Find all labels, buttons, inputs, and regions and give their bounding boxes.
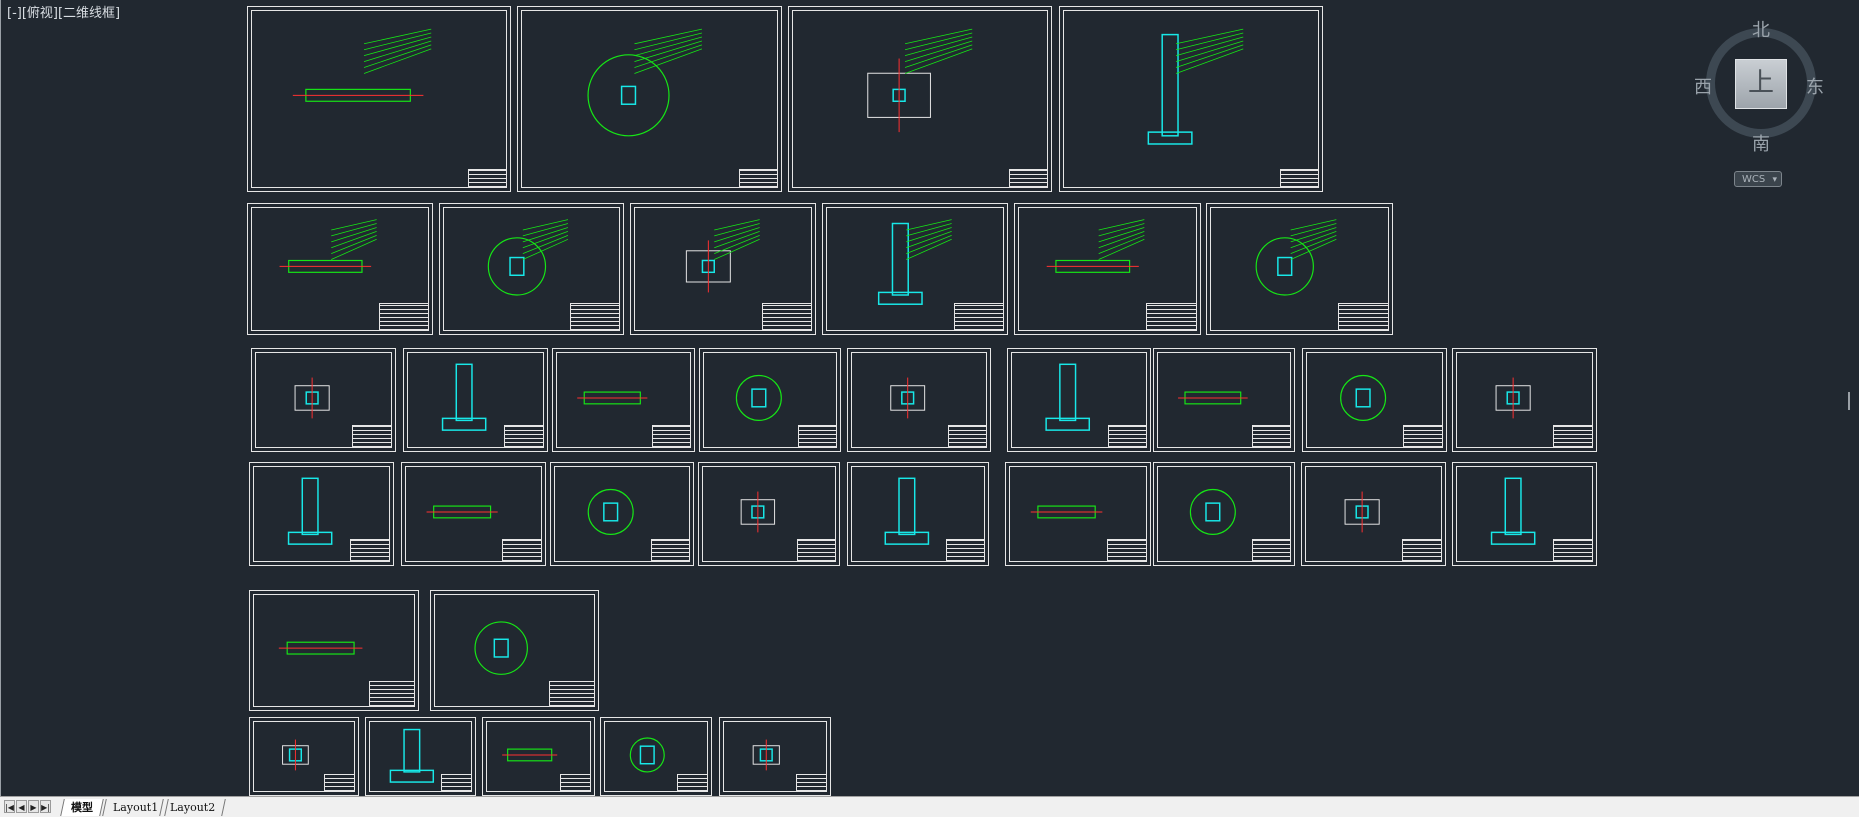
drawing-content: [1344, 491, 1380, 533]
drawing-content: [426, 505, 498, 519]
drawing-sheet[interactable]: [439, 203, 624, 335]
drawing-sheet[interactable]: [630, 203, 816, 335]
drawing-sheet[interactable]: [401, 462, 546, 566]
prev-tab-button[interactable]: ◀: [16, 800, 27, 813]
drawing-sheet[interactable]: [1301, 462, 1446, 566]
first-tab-button[interactable]: |◀: [4, 800, 15, 813]
drawing-sheet[interactable]: [788, 6, 1052, 192]
drawing-content: [1030, 505, 1103, 519]
next-tab-button[interactable]: ▶: [28, 800, 39, 813]
drawing-content: [1045, 363, 1091, 431]
drawing-content: [629, 737, 665, 773]
drawing-content: [1046, 219, 1145, 273]
drawing-sheet[interactable]: [847, 348, 991, 452]
drawing-content: [294, 377, 330, 419]
drawing-sheet[interactable]: [249, 462, 394, 566]
drawing-sheet[interactable]: [247, 6, 511, 192]
drawing-sheet[interactable]: [699, 348, 841, 452]
drawing-sheet[interactable]: [403, 348, 548, 452]
layout-tab-bar: |◀ ◀ ▶ ▶| 模型 Layout1 Layout2: [0, 796, 1859, 817]
tab-model[interactable]: 模型: [60, 799, 104, 816]
drawing-content: [740, 491, 776, 533]
drawing-sheet[interactable]: [1014, 203, 1201, 335]
drawing-content: [1255, 219, 1337, 296]
drawing-sheet[interactable]: [1153, 348, 1295, 452]
drawing-sheet[interactable]: [1452, 462, 1597, 566]
drawing-sheet[interactable]: [600, 717, 712, 796]
drawing-content: [685, 219, 760, 293]
viewcube[interactable]: 上 北 南 东 西: [1694, 16, 1826, 155]
drawing-content: [890, 377, 926, 419]
compass-west[interactable]: 西: [1694, 73, 1712, 99]
wcs-menu-button[interactable]: WCS ▾: [1734, 171, 1782, 187]
drawing-content: [389, 728, 435, 783]
drawing-content: [279, 219, 377, 273]
compass-north[interactable]: 北: [1752, 16, 1770, 42]
compass-south[interactable]: 南: [1752, 130, 1770, 156]
tab-layout2[interactable]: Layout2: [159, 799, 227, 816]
drawing-content: [474, 621, 528, 675]
drawing-content: [587, 488, 634, 535]
drawing-content: [877, 219, 952, 305]
drawing-sheet[interactable]: [1302, 348, 1447, 452]
drawing-content: [1147, 28, 1244, 145]
drawing-sheet[interactable]: [251, 348, 396, 452]
drawing-sheet[interactable]: [719, 717, 831, 796]
drawing-sheet[interactable]: [1059, 6, 1323, 192]
drawing-content: [502, 748, 558, 762]
drawing-sheet[interactable]: [365, 717, 476, 796]
wcs-label: WCS: [1742, 174, 1766, 185]
drawing-sheet[interactable]: [822, 203, 1008, 335]
drawing-sheet[interactable]: [430, 590, 599, 711]
viewcube-top-face[interactable]: 上: [1735, 59, 1787, 109]
drawing-sheet[interactable]: [847, 462, 989, 566]
drawing-content: [282, 739, 309, 771]
drawing-sheet[interactable]: [1452, 348, 1597, 452]
last-tab-button[interactable]: ▶|: [40, 800, 51, 813]
drawing-content: [867, 28, 973, 133]
drawing-content: [287, 477, 333, 545]
drawing-content: [1189, 488, 1236, 535]
drawing-content: [577, 391, 648, 405]
drawing-sheet[interactable]: [517, 6, 782, 192]
view-control-label[interactable]: [-][俯视][二维线框]: [7, 6, 120, 22]
drawing-content: [735, 374, 782, 421]
drawing-content: [1495, 377, 1531, 419]
drawing-content: [1178, 391, 1248, 405]
drawing-content: [587, 28, 703, 137]
drawing-content: [487, 219, 569, 296]
drawing-sheet[interactable]: [1007, 348, 1151, 452]
drawing-content: [884, 477, 930, 545]
drawing-sheet[interactable]: [1153, 462, 1295, 566]
drawing-content: [292, 28, 432, 102]
drawing-content: [1490, 477, 1536, 545]
drawing-sheet[interactable]: [1206, 203, 1393, 335]
vertical-scroll-indicator[interactable]: [1848, 392, 1850, 410]
compass-east[interactable]: 东: [1806, 73, 1824, 99]
drawing-sheet[interactable]: [247, 203, 433, 335]
chevron-down-icon: ▾: [1772, 175, 1777, 185]
model-space-viewport[interactable]: [-][俯视][二维线框] 上 北 南 东 西 WCS ▾: [0, 0, 1859, 796]
drawing-sheet[interactable]: [249, 717, 359, 796]
drawing-sheet[interactable]: [1005, 462, 1151, 566]
drawing-content: [441, 363, 487, 431]
drawing-content: [278, 641, 363, 655]
drawing-content: [1340, 374, 1387, 421]
drawing-sheet[interactable]: [552, 348, 695, 452]
drawing-content: [752, 739, 780, 771]
drawing-sheet[interactable]: [550, 462, 694, 566]
drawing-sheet[interactable]: [698, 462, 840, 566]
drawing-sheet[interactable]: [482, 717, 595, 796]
drawing-sheet[interactable]: [249, 590, 419, 711]
